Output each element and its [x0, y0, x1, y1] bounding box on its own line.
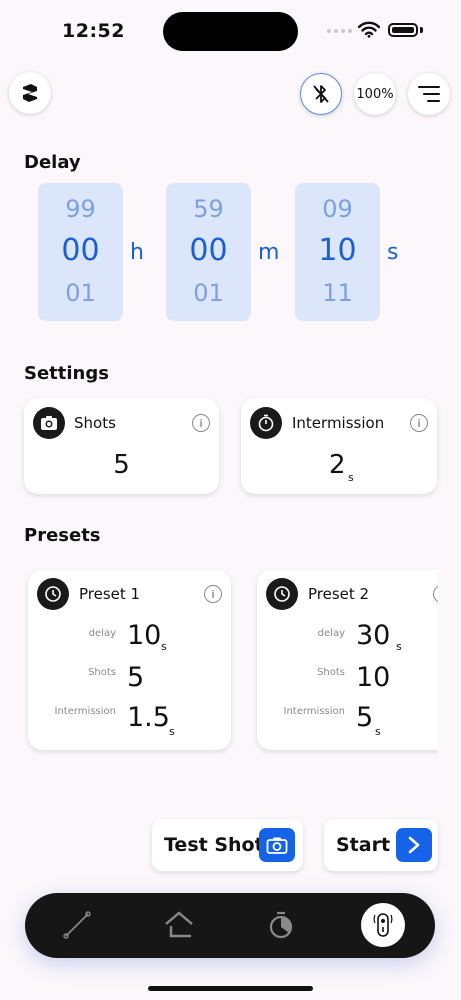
shots-value: 5 — [113, 450, 130, 480]
preset-delay-value: 30 — [356, 620, 391, 651]
intermission-unit: s — [348, 471, 354, 484]
preset-info-icon[interactable]: i — [433, 585, 438, 603]
start-button[interactable]: Start — [324, 819, 438, 871]
logo-icon — [23, 84, 37, 102]
minutes-unit: m — [258, 240, 280, 265]
battery-icon — [388, 23, 418, 37]
wifi-icon — [358, 21, 380, 38]
nav-line-tab[interactable] — [55, 903, 99, 947]
preset-intermission-unit: s — [169, 725, 175, 738]
clock-icon — [266, 578, 298, 610]
stopwatch-icon — [250, 407, 282, 439]
battery-percent-button[interactable]: 100% — [354, 73, 396, 115]
menu-icon — [418, 86, 440, 102]
presets-carousel[interactable]: Preset 1 i delay 10 s Shots 5 Intermissi… — [0, 560, 438, 760]
hours-unit: h — [130, 240, 144, 265]
line-icon — [63, 911, 91, 939]
seconds-picker[interactable]: 09 10 11 — [295, 183, 380, 321]
nav-remote-tab[interactable] — [361, 903, 405, 947]
minutes-prev[interactable]: 59 — [166, 195, 251, 223]
intermission-info-icon[interactable]: i — [410, 414, 428, 432]
minutes-value[interactable]: 00 — [166, 233, 251, 268]
preset-info-icon[interactable]: i — [204, 585, 222, 603]
home-icon — [165, 911, 193, 938]
seconds-unit: s — [387, 240, 399, 265]
preset-card[interactable]: Preset 2 i delay 30 s Shots 10 Intermiss… — [257, 570, 438, 750]
shots-card[interactable]: Shots i 5 — [24, 398, 219, 494]
preset-shots-label: Shots — [88, 667, 116, 678]
hours-picker[interactable]: 99 00 01 — [38, 183, 123, 321]
preset-shots-value: 10 — [356, 662, 391, 693]
home-indicator — [148, 986, 313, 991]
clock-icon — [37, 578, 69, 610]
test-shot-button[interactable]: Test Shot — [152, 819, 303, 871]
presets-section-title: Presets — [24, 525, 101, 546]
signal-icon — [327, 29, 352, 33]
nav-timer-tab[interactable] — [259, 903, 303, 947]
intermission-card[interactable]: Intermission i 2 s — [241, 398, 437, 494]
intermission-label: Intermission — [292, 414, 385, 432]
menu-button[interactable] — [408, 73, 450, 115]
preset-delay-label: delay — [88, 628, 116, 639]
delay-section-title: Delay — [24, 152, 81, 173]
preset-intermission-unit: s — [375, 725, 381, 738]
seconds-prev[interactable]: 09 — [295, 195, 380, 223]
status-time: 12:52 — [62, 20, 125, 42]
seconds-next[interactable]: 11 — [295, 279, 380, 307]
shots-info-icon[interactable]: i — [192, 414, 210, 432]
preset-name: Preset 2 — [308, 585, 370, 603]
intermission-value: 2 — [329, 450, 346, 480]
shots-label: Shots — [74, 414, 116, 432]
camera-icon — [33, 407, 65, 439]
hours-next[interactable]: 01 — [38, 279, 123, 307]
timer-icon — [269, 911, 293, 939]
chevron-right-icon — [396, 828, 432, 862]
preset-delay-unit: s — [396, 640, 402, 653]
preset-shots-label: Shots — [317, 667, 345, 678]
preset-intermission-value: 5 — [356, 702, 374, 733]
bluetooth-off-icon — [313, 85, 329, 103]
remote-icon — [373, 913, 393, 937]
dynamic-island — [163, 12, 298, 51]
seconds-value[interactable]: 10 — [295, 233, 380, 268]
preset-delay-unit: s — [161, 640, 167, 653]
minutes-picker[interactable]: 59 00 01 — [166, 183, 251, 321]
start-label: Start — [336, 834, 391, 856]
preset-intermission-label: Intermission — [54, 706, 116, 717]
bluetooth-button[interactable] — [300, 73, 342, 115]
nav-home-tab[interactable] — [157, 903, 201, 947]
hours-value[interactable]: 00 — [38, 233, 123, 268]
bottom-nav — [25, 893, 435, 958]
preset-delay-label: delay — [317, 628, 345, 639]
minutes-next[interactable]: 01 — [166, 279, 251, 307]
test-shot-label: Test Shot — [164, 834, 264, 856]
hours-prev[interactable]: 99 — [38, 195, 123, 223]
settings-section-title: Settings — [24, 363, 109, 384]
app-logo-button[interactable] — [9, 72, 51, 114]
preset-name: Preset 1 — [79, 585, 141, 603]
preset-card[interactable]: Preset 1 i delay 10 s Shots 5 Intermissi… — [28, 570, 231, 750]
preset-delay-value: 10 — [127, 620, 162, 651]
preset-shots-value: 5 — [127, 662, 145, 693]
camera-icon — [259, 828, 295, 862]
preset-intermission-label: Intermission — [283, 706, 345, 717]
preset-intermission-value: 1.5 — [127, 702, 170, 733]
